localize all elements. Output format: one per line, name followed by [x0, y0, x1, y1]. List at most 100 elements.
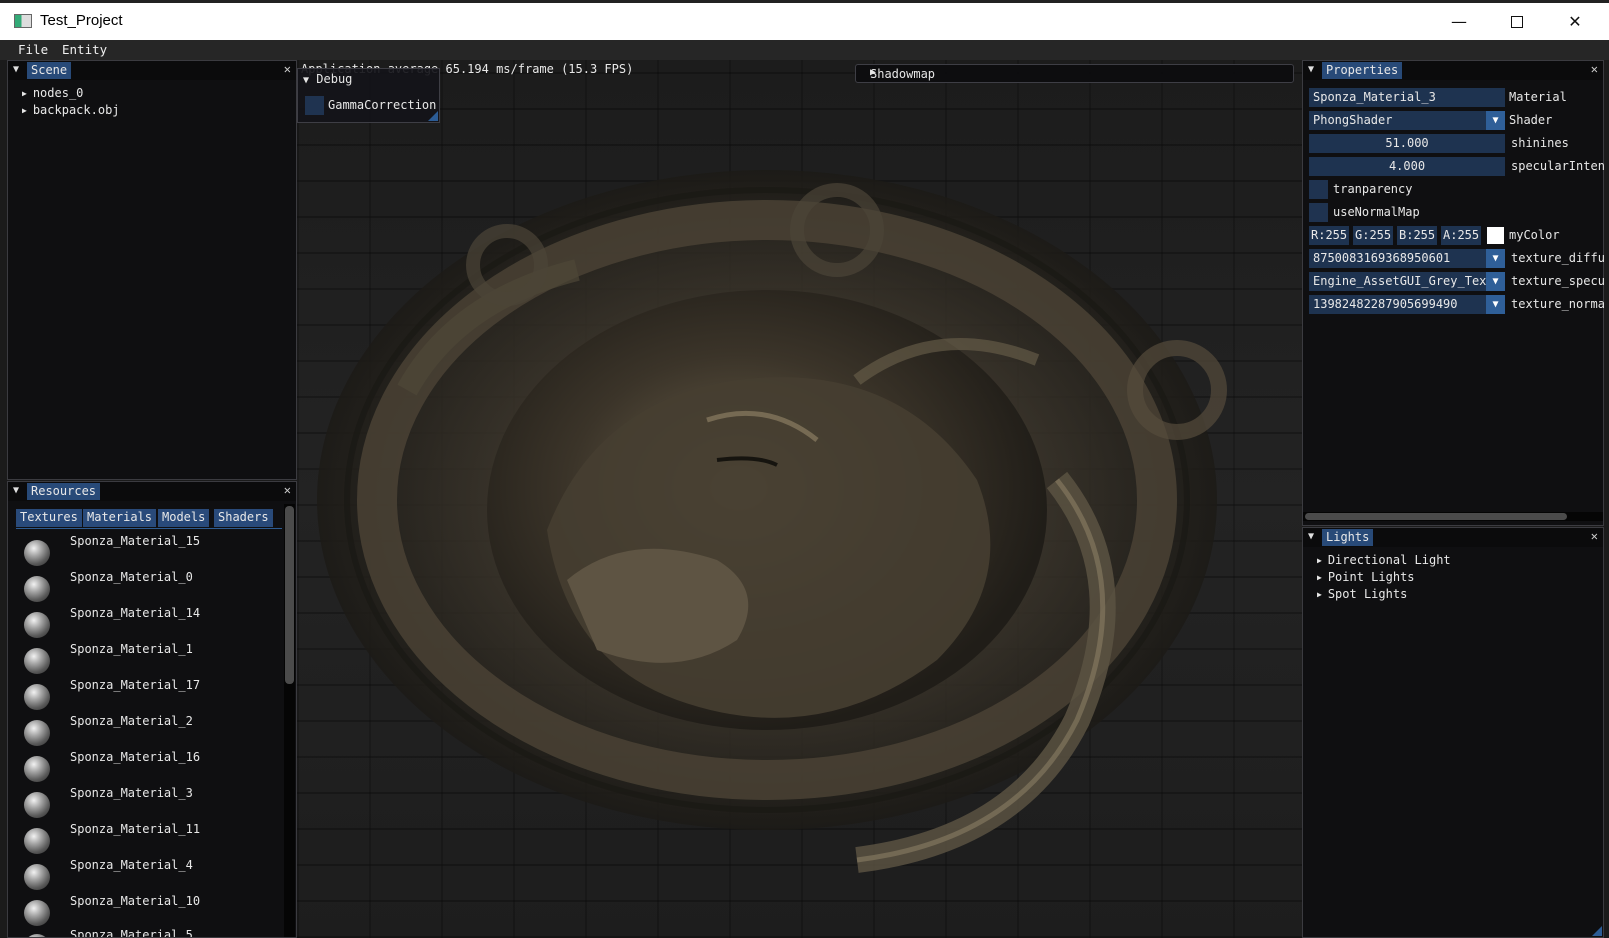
shadowmap-window[interactable]: ▶ Shadowmap [855, 64, 1294, 83]
texture-specular-select[interactable]: Engine_AssetGUI_Grey_Text [1309, 272, 1486, 291]
material-sphere-icon [24, 756, 50, 782]
use-normal-map-label: useNormalMap [1333, 205, 1420, 219]
chevron-down-icon[interactable]: ▼ [1486, 272, 1505, 291]
texture-normal-label: texture_norma [1511, 297, 1605, 311]
collapse-arrow-icon[interactable]: ▼ [13, 64, 19, 75]
material-sphere-icon [24, 540, 50, 566]
gamma-correction-checkbox[interactable] [305, 96, 324, 115]
window-titlebar: Test_Project — ✕ [0, 0, 1609, 40]
material-sphere-icon [24, 900, 50, 926]
close-button[interactable]: ✕ [1546, 3, 1604, 40]
tree-item-label: Point Lights [1327, 570, 1415, 584]
tree-item-spot-lights[interactable]: ▶ Spot Lights [1317, 587, 1407, 601]
scrollbar-thumb[interactable] [285, 506, 294, 684]
color-b-input[interactable]: B:255 [1397, 226, 1437, 245]
shininess-label: shinines [1511, 136, 1569, 150]
list-item-label: Sponza_Material_0 [70, 570, 193, 584]
material-sphere-icon [24, 792, 50, 818]
close-icon[interactable]: ✕ [1591, 529, 1598, 543]
chevron-down-icon[interactable]: ▼ [1486, 295, 1505, 314]
menu-file[interactable]: File [18, 42, 48, 57]
resources-panel-titlebar[interactable]: ▼ Resources ✕ [8, 482, 296, 501]
collapse-arrow-icon: ▼ [303, 75, 310, 86]
collapse-arrow-icon[interactable]: ▼ [1308, 64, 1314, 75]
list-item[interactable]: Sponza_Material_0 [24, 570, 284, 606]
list-item[interactable]: Sponza_Material_17 [24, 678, 284, 714]
list-item-label: Sponza_Material_17 [70, 678, 201, 692]
texture-specular-label: texture_specu [1511, 274, 1605, 288]
app-icon [14, 14, 32, 28]
tree-item-label: nodes_0 [32, 86, 84, 100]
list-item[interactable]: Sponza_Material_14 [24, 606, 284, 642]
tree-item-label: Spot Lights [1327, 587, 1408, 601]
resize-grip-icon[interactable] [428, 111, 438, 121]
chevron-down-icon[interactable]: ▼ [1486, 111, 1505, 130]
tree-item-directional-light[interactable]: ▶ Directional Light [1317, 553, 1451, 567]
list-item[interactable]: Sponza_Material_11 [24, 822, 284, 858]
close-icon[interactable]: ✕ [284, 483, 291, 497]
list-item[interactable]: Sponza_Material_10 [24, 894, 284, 930]
scene-viewport[interactable] [297, 60, 1302, 938]
resources-panel-title: Resources [27, 483, 101, 500]
scrollbar-thumb[interactable] [1305, 513, 1567, 520]
list-item[interactable]: Sponza_Material_3 [24, 786, 284, 822]
lights-panel-titlebar[interactable]: ▼ Lights ✕ [1303, 528, 1603, 547]
color-label: myColor [1509, 228, 1560, 242]
color-r-input[interactable]: R:255 [1309, 226, 1349, 245]
tree-item-label: backpack.obj [32, 103, 120, 117]
texture-normal-select[interactable]: 13982482287905699490 [1309, 295, 1486, 314]
resources-panel: ▼ Resources ✕ Textures Materials Models … [7, 481, 297, 938]
specular-intensity-input[interactable]: 4.000 [1309, 157, 1505, 176]
chevron-down-icon[interactable]: ▼ [1486, 249, 1505, 268]
tree-item-backpack[interactable]: ▶ backpack.obj [22, 103, 120, 117]
collapse-arrow-icon[interactable]: ▼ [1308, 531, 1314, 542]
material-name-input[interactable]: Sponza_Material_3 [1309, 88, 1505, 107]
material-sphere-icon [24, 864, 50, 890]
close-icon[interactable]: ✕ [284, 62, 291, 76]
shininess-input[interactable]: 51.000 [1309, 134, 1505, 153]
properties-hscrollbar[interactable] [1303, 512, 1603, 521]
material-sphere-icon [24, 934, 50, 937]
list-item[interactable]: Sponza_Material_15 [24, 534, 284, 570]
resize-grip-icon[interactable] [1592, 926, 1602, 936]
use-normal-map-checkbox[interactable] [1309, 203, 1328, 222]
properties-panel: ▼ Properties ✕ Sponza_Material_3 Materia… [1302, 60, 1605, 526]
scene-panel-titlebar[interactable]: ▼ Scene ✕ [8, 61, 296, 80]
menu-entity[interactable]: Entity [62, 42, 107, 57]
texture-diffuse-select[interactable]: 8750083169368950601 [1309, 249, 1486, 268]
list-item-label: Sponza_Material_5 [70, 928, 193, 938]
list-item[interactable]: Sponza_Material_5 [24, 928, 284, 938]
color-g-input[interactable]: G:255 [1353, 226, 1393, 245]
maximize-icon [1511, 15, 1523, 28]
tree-item-nodes[interactable]: ▶ nodes_0 [22, 86, 83, 100]
minimize-button[interactable]: — [1430, 3, 1488, 40]
tab-textures[interactable]: Textures [16, 509, 82, 527]
shader-select[interactable]: PhongShader [1309, 111, 1486, 130]
tab-shaders[interactable]: Shaders [214, 509, 273, 527]
list-item-label: Sponza_Material_4 [70, 858, 193, 872]
material-label: Material [1509, 90, 1567, 104]
lion-relief-render [317, 170, 1227, 873]
menu-bar: File Entity [0, 40, 1609, 60]
transparency-checkbox[interactable] [1309, 180, 1328, 199]
tab-materials[interactable]: Materials [83, 509, 157, 527]
material-sphere-icon [24, 828, 50, 854]
expand-arrow-icon: ▶ [1317, 590, 1322, 599]
color-swatch[interactable] [1487, 227, 1504, 244]
maximize-button[interactable] [1488, 3, 1546, 40]
list-item[interactable]: Sponza_Material_1 [24, 642, 284, 678]
scene-panel-title: Scene [27, 62, 72, 79]
list-item[interactable]: Sponza_Material_2 [24, 714, 284, 750]
color-a-input[interactable]: A:255 [1441, 226, 1481, 245]
properties-panel-titlebar[interactable]: ▼ Properties ✕ [1303, 61, 1603, 80]
list-item[interactable]: Sponza_Material_4 [24, 858, 284, 894]
tab-models[interactable]: Models [158, 509, 210, 527]
debug-header[interactable]: ▼ Debug [303, 72, 352, 86]
resources-scrollbar[interactable] [284, 504, 295, 937]
list-item-label: Sponza_Material_2 [70, 714, 193, 728]
tree-item-point-lights[interactable]: ▶ Point Lights [1317, 570, 1415, 584]
list-item[interactable]: Sponza_Material_16 [24, 750, 284, 786]
close-icon[interactable]: ✕ [1591, 62, 1598, 76]
shadowmap-title: Shadowmap [870, 67, 936, 81]
collapse-arrow-icon[interactable]: ▼ [13, 485, 19, 496]
